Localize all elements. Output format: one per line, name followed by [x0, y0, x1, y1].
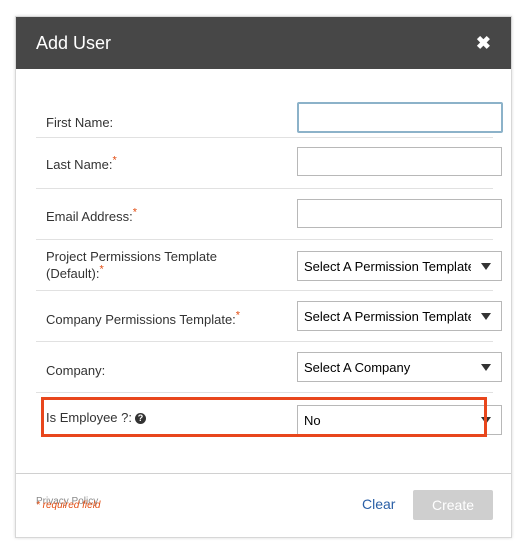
- email-row: Email Address:*: [36, 189, 502, 240]
- first-name-row: First Name:: [36, 96, 503, 138]
- required-asterisk: *: [132, 206, 137, 219]
- required-field-note: * required field: [36, 500, 101, 511]
- first-name-label: First Name:: [46, 115, 114, 130]
- required-asterisk: *: [112, 154, 117, 167]
- dialog-header: Add User ✖: [16, 17, 511, 69]
- company-label: Company:: [46, 363, 106, 378]
- last-name-label: Last Name:*: [46, 154, 117, 172]
- help-icon[interactable]: ?: [135, 413, 146, 425]
- chevron-down-icon: [481, 416, 491, 424]
- chevron-down-icon: [481, 312, 491, 320]
- project-template-value: Select A Permission Template: [304, 258, 471, 274]
- last-name-row: Last Name:*: [36, 138, 502, 189]
- email-field[interactable]: [297, 199, 502, 228]
- email-label: Email Address:*: [46, 206, 137, 224]
- is-employee-select[interactable]: No: [297, 405, 502, 435]
- company-row: Company: Select A Company: [36, 342, 502, 393]
- last-name-field[interactable]: [297, 147, 502, 176]
- company-value: Select A Company: [304, 359, 411, 375]
- project-template-row: Project Permissions Template (Default):* …: [36, 240, 502, 291]
- add-user-dialog: Add User ✖ First Name: Last Name:* Email…: [15, 16, 512, 538]
- project-template-label: Project Permissions Template (Default):*: [46, 249, 217, 281]
- chevron-down-icon: [481, 262, 491, 270]
- dialog-title: Add User: [36, 32, 112, 53]
- create-button[interactable]: Create: [413, 490, 493, 520]
- company-select[interactable]: Select A Company: [297, 352, 502, 382]
- footer-divider: [16, 473, 511, 474]
- first-name-field[interactable]: [297, 102, 503, 133]
- required-asterisk: *: [235, 309, 241, 322]
- chevron-down-icon: [481, 363, 491, 371]
- company-template-select[interactable]: Select A Permission Template: [297, 301, 502, 331]
- is-employee-row: Is Employee ?:? No: [36, 393, 502, 444]
- clear-button[interactable]: Clear: [362, 496, 395, 512]
- required-asterisk: *: [99, 263, 104, 276]
- project-template-select[interactable]: Select A Permission Template: [297, 251, 502, 281]
- company-template-row: Company Permissions Template:* Select A …: [36, 291, 502, 342]
- close-icon[interactable]: ✖: [476, 34, 491, 52]
- company-template-label: Company Permissions Template:*: [46, 309, 241, 327]
- is-employee-value: No: [304, 412, 321, 428]
- is-employee-label: Is Employee ?:?: [46, 409, 146, 426]
- company-template-value: Select A Permission Template: [304, 308, 471, 324]
